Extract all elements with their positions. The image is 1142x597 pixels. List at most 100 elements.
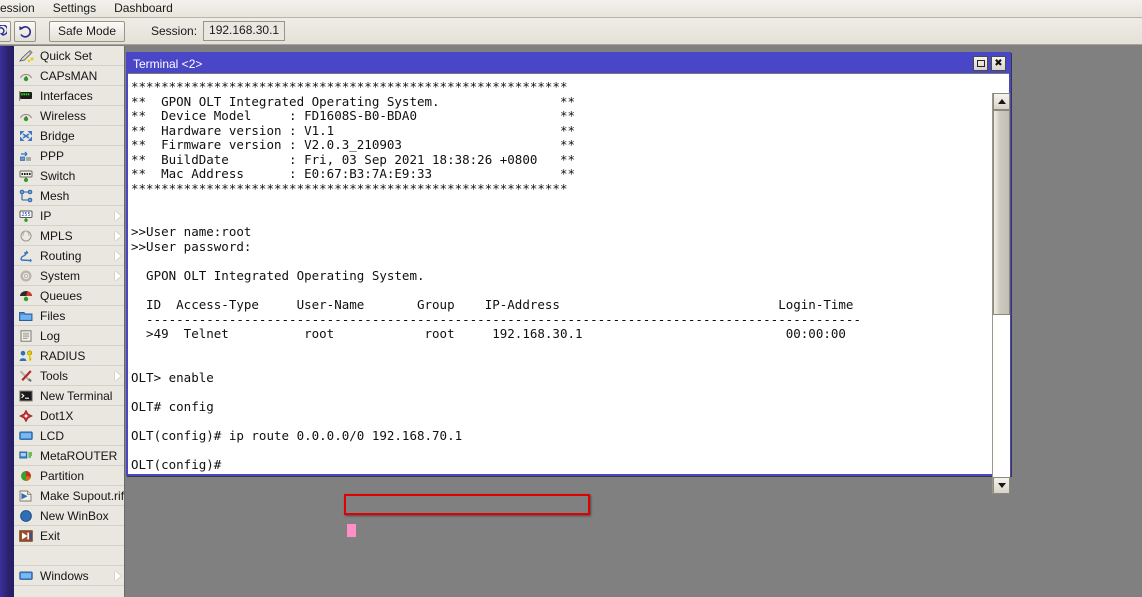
undo-arrow-icon[interactable] (0, 21, 11, 42)
scrollbar-track[interactable] (993, 110, 1010, 477)
terminal-scrollbar[interactable] (992, 93, 1009, 494)
sidebar-item-wireless[interactable]: Wireless (14, 106, 124, 126)
session-label: Session: (151, 24, 197, 38)
terminal-title: Terminal <2> (133, 57, 202, 71)
chevron-right-icon (115, 271, 121, 281)
session-value[interactable]: 192.168.30.1 (203, 21, 285, 41)
svg-text:255: 255 (21, 212, 30, 218)
menu-item-session[interactable]: Session (0, 0, 44, 17)
sidebar-item-routing[interactable]: Routing (14, 246, 124, 266)
make-supout-icon (17, 488, 35, 504)
chevron-right-icon (115, 211, 121, 221)
menu-bar: Session Settings Dashboard (0, 0, 1142, 18)
sidebar-item-label: PPP (40, 149, 64, 163)
partition-icon (17, 468, 35, 484)
sidebar-item-make-supout-rif[interactable]: Make Supout.rif (14, 486, 124, 506)
sidebar-item-switch[interactable]: Switch (14, 166, 124, 186)
sidebar-item-system[interactable]: System (14, 266, 124, 286)
close-icon[interactable]: ✖ (991, 56, 1006, 71)
tools-icon (17, 368, 35, 384)
chevron-right-icon (115, 371, 121, 381)
sidebar-item-partition[interactable]: Partition (14, 466, 124, 486)
sidebar-separator (14, 546, 124, 566)
scrollbar-thumb[interactable] (993, 110, 1010, 315)
sidebar-item-label: CAPsMAN (40, 69, 97, 83)
sidebar-item-label: Windows (40, 569, 89, 583)
sidebar-item-queues[interactable]: Queues (14, 286, 124, 306)
windows-icon (17, 568, 35, 584)
sidebar-item-bridge[interactable]: Bridge (14, 126, 124, 146)
toolbar: Safe Mode Session: 192.168.30.1 (0, 18, 1142, 45)
routing-icon (17, 248, 35, 264)
sidebar-item-label: Exit (40, 529, 60, 543)
sidebar-item-label: New WinBox (40, 509, 109, 523)
sidebar-item-dot1x[interactable]: Dot1X (14, 406, 124, 426)
maximize-icon[interactable] (973, 56, 988, 71)
sidebar-item-mesh[interactable]: Mesh (14, 186, 124, 206)
sidebar-item-label: Partition (40, 469, 84, 483)
ppp-icon (17, 148, 35, 164)
sidebar-item-label: LCD (40, 429, 64, 443)
dot1x-icon (17, 408, 35, 424)
scroll-down-icon[interactable] (993, 477, 1010, 494)
sidebar-item-label: Bridge (40, 129, 75, 143)
sidebar-item-log[interactable]: Log (14, 326, 124, 346)
sidebar-item-quick-set[interactable]: Quick Set (14, 46, 124, 66)
queues-icon (17, 288, 35, 304)
switch-icon (17, 168, 35, 184)
sidebar-item-radius[interactable]: RADIUS (14, 346, 124, 366)
terminal-output: ****************************************… (128, 74, 992, 475)
menu-item-settings[interactable]: Settings (44, 0, 105, 17)
terminal-window[interactable]: Terminal <2> ✖ *************************… (126, 52, 1011, 476)
lcd-icon (17, 428, 35, 444)
system-icon (17, 268, 35, 284)
sidebar-item-tools[interactable]: Tools (14, 366, 124, 386)
sidebar-item-mpls[interactable]: MPLS (14, 226, 124, 246)
sidebar-item-label: Make Supout.rif (40, 489, 124, 503)
sidebar-item-label: New Terminal (40, 389, 112, 403)
sidebar-item-label: IP (40, 209, 51, 223)
scroll-up-icon[interactable] (993, 93, 1010, 110)
bridge-icon (17, 128, 35, 144)
terminal-body[interactable]: ****************************************… (128, 73, 1009, 474)
redo-arrow-icon[interactable] (14, 21, 36, 42)
sidebar-item-new-terminal[interactable]: New Terminal (14, 386, 124, 406)
sidebar-item-files[interactable]: Files (14, 306, 124, 326)
sidebar-item-label: Switch (40, 169, 75, 183)
sidebar-item-label: Routing (40, 249, 81, 263)
new-winbox-icon (17, 508, 35, 524)
mpls-icon (17, 228, 35, 244)
wireless-icon (17, 108, 35, 124)
menu-item-dashboard[interactable]: Dashboard (105, 0, 182, 17)
new-terminal-icon (17, 388, 35, 404)
sidebar-item-label: RADIUS (40, 349, 85, 363)
radius-icon (17, 348, 35, 364)
files-icon (17, 308, 35, 324)
sidebar-item-label: Dot1X (40, 409, 73, 423)
sidebar-item-metarouter[interactable]: MetaROUTER (14, 446, 124, 466)
safe-mode-button[interactable]: Safe Mode (49, 21, 125, 42)
sidebar-item-exit[interactable]: Exit (14, 526, 124, 546)
sidebar-item-ip[interactable]: 255 IP (14, 206, 124, 226)
sidebar-item-label: Files (40, 309, 65, 323)
sidebar-item-label: Tools (40, 369, 68, 383)
terminal-titlebar[interactable]: Terminal <2> ✖ (128, 54, 1009, 73)
sidebar-menu: Quick Set CAPsMAN Interfaces Wireless Bridge… (14, 46, 125, 597)
sidebar-item-lcd[interactable]: LCD (14, 426, 124, 446)
sidebar-item-label: Interfaces (40, 89, 93, 103)
chevron-right-icon (115, 571, 121, 581)
sidebar-item-label: MPLS (40, 229, 73, 243)
interfaces-icon (17, 88, 35, 104)
sidebar-item-capsman[interactable]: CAPsMAN (14, 66, 124, 86)
sidebar-item-new-winbox[interactable]: New WinBox (14, 506, 124, 526)
winbox-brand-strip: WinBox (0, 46, 14, 597)
chevron-right-icon (115, 251, 121, 261)
sidebar-item-interfaces[interactable]: Interfaces (14, 86, 124, 106)
sidebar-item-windows[interactable]: Windows (14, 566, 124, 586)
sidebar-item-label: System (40, 269, 80, 283)
sidebar-item-ppp[interactable]: PPP (14, 146, 124, 166)
terminal-cursor (347, 524, 356, 537)
metarouter-icon (17, 448, 35, 464)
ip-icon: 255 (17, 208, 35, 224)
sidebar-item-label: Wireless (40, 109, 86, 123)
